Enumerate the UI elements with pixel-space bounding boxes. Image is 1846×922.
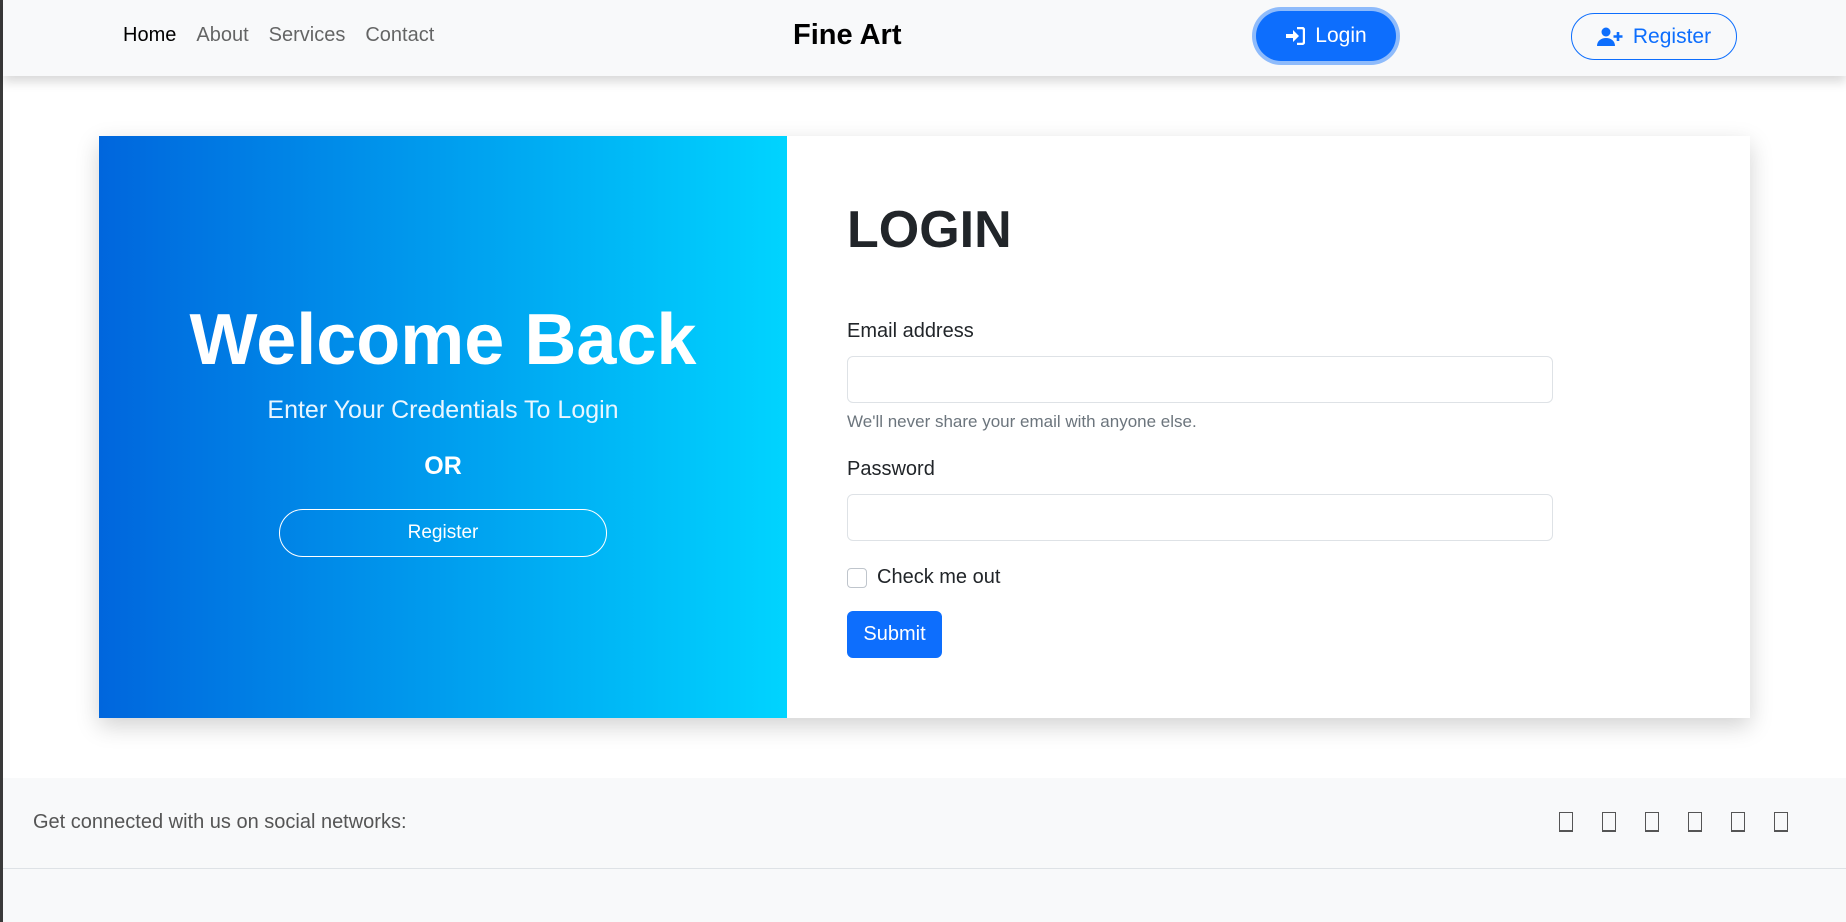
check-me-out-label[interactable]: Check me out (877, 566, 1000, 589)
password-field[interactable] (847, 494, 1553, 541)
nav-links: Home About Services Contact (123, 24, 434, 47)
login-button-label: Login (1315, 24, 1367, 47)
google-icon[interactable] (1645, 812, 1659, 832)
footer-bar: Get connected with us on social networks… (3, 778, 1846, 869)
check-me-out-checkbox[interactable] (847, 567, 867, 588)
linkedin-icon[interactable] (1731, 812, 1745, 832)
login-card: Welcome Back Enter Your Credentials To L… (99, 136, 1750, 718)
nav-link-about[interactable]: About (196, 24, 248, 47)
github-icon[interactable] (1774, 812, 1788, 832)
password-label: Password (847, 458, 935, 480)
welcome-panel: Welcome Back Enter Your Credentials To L… (99, 136, 787, 718)
welcome-heading: Welcome Back (189, 300, 697, 380)
navbar: Home About Services Contact Fine Art Log… (3, 0, 1846, 76)
instagram-icon[interactable] (1688, 812, 1702, 832)
nav-link-home[interactable]: Home (123, 24, 176, 47)
user-plus-icon (1596, 27, 1623, 47)
social-links (1559, 812, 1788, 832)
login-form: LOGIN Email address We'll never share yo… (787, 136, 1750, 718)
footer-text: Get connected with us on social networks… (33, 811, 407, 833)
nav-link-contact[interactable]: Contact (365, 24, 434, 47)
brand-title[interactable]: Fine Art (793, 19, 901, 52)
facebook-icon[interactable] (1559, 812, 1573, 832)
email-help-text: We'll never share your email with anyone… (847, 412, 1197, 431)
panel-register-button[interactable]: Register (279, 509, 607, 557)
footer: Get connected with us on social networks… (3, 778, 1846, 922)
register-button-label: Register (1632, 24, 1712, 48)
welcome-subtitle: Enter Your Credentials To Login (267, 396, 619, 424)
remember-check: Check me out (847, 566, 1000, 589)
or-divider: OR (424, 452, 462, 480)
register-button[interactable]: Register (1571, 13, 1737, 60)
login-button[interactable]: Login (1256, 11, 1396, 61)
nav-link-services[interactable]: Services (269, 24, 346, 47)
submit-button[interactable]: Submit (847, 611, 942, 658)
login-title: LOGIN (847, 201, 1012, 259)
email-field[interactable] (847, 356, 1553, 403)
twitter-icon[interactable] (1602, 812, 1616, 832)
sign-in-icon (1285, 27, 1306, 45)
email-label: Email address (847, 320, 974, 342)
